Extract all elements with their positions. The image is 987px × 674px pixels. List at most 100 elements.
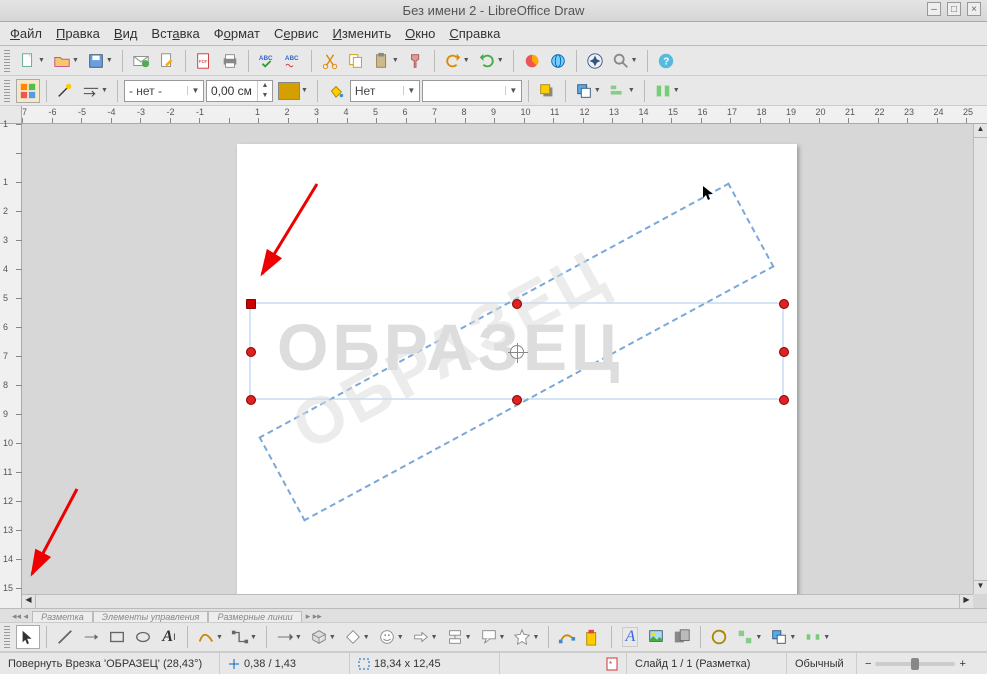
fill-color-combo[interactable]: ▼ — [422, 80, 522, 102]
window-close-button[interactable]: × — [967, 2, 981, 16]
rotation-handle-ml[interactable] — [246, 347, 256, 357]
toolbar-grip[interactable] — [4, 80, 10, 102]
stars-button[interactable]: ▼ — [510, 625, 542, 649]
layer-tab-controls[interactable]: Элементы управления — [93, 611, 209, 622]
menu-file[interactable]: Файл — [4, 24, 48, 43]
zoom-button[interactable]: ▼ — [609, 49, 641, 73]
tab-nav-right[interactable]: ▸ ▸▸ — [302, 611, 326, 622]
line-tool-button[interactable] — [53, 625, 77, 649]
window-title: Без имени 2 - LibreOffice Draw — [403, 3, 585, 18]
rectangle-tool-button[interactable] — [105, 625, 129, 649]
line-endpoint-button[interactable] — [53, 79, 77, 103]
glue-points-button[interactable] — [581, 625, 605, 649]
rotation-handle-br[interactable] — [779, 395, 789, 405]
layer-tab-layout[interactable]: Разметка — [32, 611, 93, 622]
line-color-swatch[interactable]: ▼ — [275, 79, 311, 103]
from-file-button[interactable] — [644, 625, 668, 649]
copy-button[interactable] — [344, 49, 368, 73]
window-minimize-button[interactable]: – — [927, 2, 941, 16]
select-tool-button[interactable] — [16, 625, 40, 649]
rotation-handle-tl[interactable] — [246, 299, 256, 309]
3d-objects-button[interactable]: ▼ — [307, 625, 339, 649]
lines-arrows-button[interactable]: ▼ — [273, 625, 305, 649]
fill-style-combo[interactable]: Нет▼ — [350, 80, 420, 102]
rotation-handle-bl[interactable] — [246, 395, 256, 405]
arrow-line-tool-button[interactable] — [79, 625, 103, 649]
flowchart-button[interactable]: ▼ — [443, 625, 475, 649]
callouts-button[interactable]: ▼ — [477, 625, 509, 649]
canvas[interactable]: ОБРАЗЕЦ ОБРАЗЕЦ — [22, 124, 987, 608]
formatting-button[interactable] — [16, 79, 40, 103]
redo-button[interactable]: ▼ — [475, 49, 507, 73]
window-maximize-button[interactable]: □ — [947, 2, 961, 16]
menu-insert[interactable]: Вставка — [145, 24, 205, 43]
chart-button[interactable] — [520, 49, 544, 73]
ellipse-tool-button[interactable] — [131, 625, 155, 649]
block-arrows-button[interactable]: ▼ — [409, 625, 441, 649]
status-slide[interactable]: Слайд 1 / 1 (Разметка) — [627, 653, 787, 674]
shadow-button[interactable] — [535, 79, 559, 103]
rotation-handle-tm[interactable] — [512, 299, 522, 309]
zoom-in-icon[interactable]: + — [959, 658, 965, 670]
horizontal-scrollbar[interactable]: ◀ ▶ — [22, 594, 973, 608]
horizontal-ruler[interactable]: -7-6-5-4-3-2-112345678910111213141516171… — [22, 106, 987, 124]
curve-tool-button[interactable]: ▼ — [194, 625, 226, 649]
menu-modify[interactable]: Изменить — [326, 24, 397, 43]
arrange-button[interactable]: ▼ — [572, 79, 604, 103]
undo-button[interactable]: ▼ — [441, 49, 473, 73]
arrow-style-button[interactable]: ▼ — [79, 79, 111, 103]
vertical-scrollbar[interactable]: ▲ ▼ — [973, 124, 987, 594]
fontwork-button[interactable]: A — [618, 625, 642, 649]
connector-tool-button[interactable]: ▼ — [228, 625, 260, 649]
menu-format[interactable]: Формат — [208, 24, 266, 43]
toolbar-grip[interactable] — [4, 50, 10, 72]
format-paintbrush-button[interactable] — [404, 49, 428, 73]
rotation-handle-bm[interactable] — [512, 395, 522, 405]
navigator-button[interactable] — [583, 49, 607, 73]
basic-shapes-button[interactable]: ▼ — [341, 625, 373, 649]
zoom-slider[interactable] — [875, 662, 955, 666]
paste-button[interactable]: ▼ — [370, 49, 402, 73]
print-button[interactable] — [218, 49, 242, 73]
zoom-out-icon[interactable]: − — [865, 658, 871, 670]
zoom-control[interactable]: − + — [857, 653, 987, 674]
menu-view[interactable]: Вид — [108, 24, 144, 43]
menu-tools[interactable]: Сервис — [268, 24, 325, 43]
edit-file-button[interactable] — [155, 49, 179, 73]
align-button[interactable]: ▼ — [606, 79, 638, 103]
email-button[interactable] — [129, 49, 153, 73]
distribute-button[interactable]: ▼ — [651, 79, 683, 103]
auto-spellcheck-button[interactable]: ABC — [281, 49, 305, 73]
line-style-combo[interactable]: - нет -▼ — [124, 80, 204, 102]
distribute-tool-button[interactable]: ▼ — [801, 625, 833, 649]
symbol-shapes-button[interactable]: ▼ — [375, 625, 407, 649]
alignment-button[interactable]: ▼ — [733, 625, 765, 649]
rotation-handle-mr[interactable] — [779, 347, 789, 357]
rotation-handle-tr[interactable] — [779, 299, 789, 309]
edit-points-button[interactable] — [555, 625, 579, 649]
menu-help[interactable]: Справка — [443, 24, 506, 43]
export-pdf-button[interactable]: PDF — [192, 49, 216, 73]
rotation-center[interactable] — [510, 345, 524, 359]
rotate-button[interactable] — [707, 625, 731, 649]
new-document-button[interactable]: ▼ — [16, 49, 48, 73]
help-button[interactable]: ? — [654, 49, 678, 73]
spellcheck-button[interactable]: ABC — [255, 49, 279, 73]
hyperlink-button[interactable] — [546, 49, 570, 73]
gallery-button[interactable] — [670, 625, 694, 649]
line-width-spinner[interactable]: 0,00 см ▲▼ — [206, 80, 273, 102]
toolbar-grip[interactable] — [4, 626, 10, 648]
menu-edit[interactable]: Правка — [50, 24, 106, 43]
save-button[interactable]: ▼ — [84, 49, 116, 73]
tab-nav-left[interactable]: ◂◂ ◂ — [8, 611, 32, 622]
annotation-arrow-top — [247, 179, 327, 289]
status-modified[interactable]: * — [500, 653, 627, 674]
cut-button[interactable] — [318, 49, 342, 73]
text-tool-button[interactable]: AI — [157, 625, 181, 649]
menu-window[interactable]: Окно — [399, 24, 441, 43]
position-button[interactable]: ▼ — [767, 625, 799, 649]
status-view-mode[interactable]: Обычный — [787, 653, 857, 674]
open-button[interactable]: ▼ — [50, 49, 82, 73]
layer-tab-dimlines[interactable]: Размерные линии — [208, 611, 301, 622]
fill-bucket-button[interactable] — [324, 79, 348, 103]
